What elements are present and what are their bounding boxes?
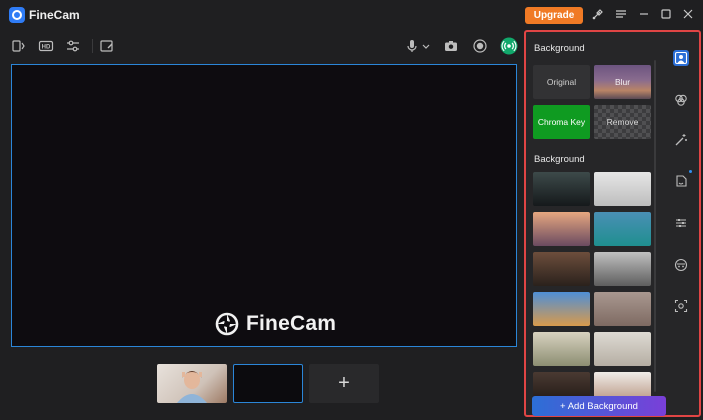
background-section-title: Background <box>534 43 585 54</box>
svg-text:HD: HD <box>42 45 51 51</box>
adjustments-icon[interactable] <box>673 215 689 231</box>
annotate-icon[interactable] <box>99 38 115 54</box>
remove-mode-tile[interactable]: Remove <box>594 105 651 139</box>
finecam-watermark: FineCam <box>214 311 336 337</box>
sticker-icon[interactable] <box>673 173 689 189</box>
gallery-scrollbar[interactable] <box>654 60 656 392</box>
upgrade-button[interactable]: Upgrade <box>525 7 583 24</box>
chroma-key-mode-tile[interactable]: Chroma Key <box>533 105 590 139</box>
original-mode-tile[interactable]: Original <box>533 65 590 99</box>
brush-icon[interactable] <box>591 7 605 21</box>
microphone-icon[interactable] <box>404 38 420 54</box>
background-tile-plant-corner[interactable] <box>533 332 590 366</box>
add-scene-button[interactable]: + <box>309 364 379 403</box>
filters-icon[interactable] <box>673 92 689 108</box>
record-icon[interactable] <box>472 38 488 54</box>
magic-wand-icon[interactable] <box>673 132 689 148</box>
toolbar-divider <box>92 39 93 53</box>
ai-scan-icon[interactable] <box>673 298 689 314</box>
background-tile-white-wall[interactable] <box>594 172 651 206</box>
close-icon[interactable] <box>681 7 695 21</box>
background-tile-eiffel-tower-sunset[interactable] <box>533 212 590 246</box>
hd-icon[interactable]: HD <box>38 38 54 54</box>
menu-icon[interactable] <box>614 7 628 21</box>
face-mask-icon[interactable] <box>673 257 689 273</box>
scene-thumbnail-person[interactable] <box>157 364 227 403</box>
live-broadcast-icon[interactable] <box>500 37 518 55</box>
finecam-logo-icon <box>9 7 25 23</box>
finecam-aperture-icon <box>214 311 240 337</box>
background-tile-brick-wall[interactable] <box>594 292 651 326</box>
app-title: FineCam <box>29 8 80 22</box>
switch-camera-icon[interactable] <box>11 38 27 54</box>
add-background-button[interactable]: + Add Background <box>532 396 666 416</box>
blur-mode-tile[interactable]: Blur <box>594 65 651 99</box>
camera-snapshot-icon[interactable] <box>443 38 459 54</box>
new-badge <box>689 170 692 173</box>
scene-thumbnail-active[interactable] <box>233 364 303 403</box>
chevron-down-icon[interactable] <box>421 38 431 54</box>
title-bar: FineCam Upgrade <box>0 0 703 30</box>
background-tile-desert-dunes[interactable] <box>533 292 590 326</box>
camera-preview[interactable] <box>11 64 517 347</box>
background-tile-library-room[interactable] <box>533 252 590 286</box>
background-tile-living-room-dark[interactable] <box>533 172 590 206</box>
background-tile-loft-interior[interactable] <box>594 252 651 286</box>
background-tile-mountain-lake[interactable] <box>594 212 651 246</box>
watermark-text: FineCam <box>246 312 337 335</box>
background-tile-frames-wall[interactable] <box>594 332 651 366</box>
background-panel: Background Original Blur Chroma Key Remo… <box>524 30 701 417</box>
maximize-icon[interactable] <box>659 7 673 21</box>
portrait-icon[interactable] <box>673 50 689 66</box>
settings-sliders-icon[interactable] <box>65 38 81 54</box>
background-gallery-title: Background <box>534 154 585 165</box>
minimize-icon[interactable] <box>637 7 651 21</box>
